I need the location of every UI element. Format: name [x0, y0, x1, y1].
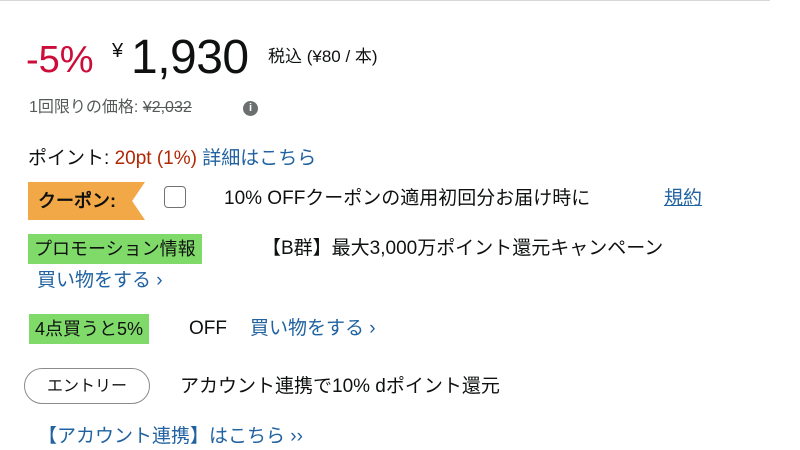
top-divider	[0, 0, 770, 1]
coupon-description: 10% OFFクーポンの適用初回分お届け時に	[224, 188, 591, 209]
entry-description: アカウント連携で10% dポイント還元	[180, 376, 500, 397]
coupon-checkbox[interactable]	[164, 186, 186, 208]
coupon-badge: クーポン:	[28, 182, 145, 220]
promotion-badge: プロモーション情報	[28, 234, 202, 264]
points-value: 20pt	[114, 148, 152, 169]
info-icon[interactable]: i	[243, 101, 258, 116]
discount-percent: -5%	[26, 39, 94, 81]
tax-unit-price-note: 税込 (¥80 / 本)	[268, 47, 378, 66]
points-percent: (1%)	[156, 148, 197, 169]
one-time-price-label: 1回限りの価格:	[29, 99, 139, 116]
promotion-shop-link[interactable]: 買い物をする ›	[37, 268, 163, 294]
account-link[interactable]: 【アカウント連携】はこちら ››	[38, 424, 303, 450]
promotion-text: 【B群】最大3,000万ポイント還元キャンペーン	[262, 238, 664, 259]
points-label: ポイント:	[28, 148, 110, 169]
points-row: ポイント: 20pt (1%) 詳細はこちら	[28, 146, 316, 172]
bulk-deal-badge: 4点買うと5%	[29, 314, 150, 344]
bulk-deal-off-text: OFF	[189, 318, 227, 339]
coupon-badge-label: クーポン:	[38, 191, 116, 211]
original-price: ¥2,032	[142, 99, 192, 116]
coupon-terms-link[interactable]: 規約	[664, 186, 702, 212]
one-time-price: 1回限りの価格: ¥2,032	[29, 97, 192, 119]
entry-button[interactable]: エントリー	[24, 368, 150, 404]
currency-symbol: ¥	[112, 40, 124, 62]
price-amount: 1,930	[131, 31, 249, 84]
points-details-link[interactable]: 詳細はこちら	[202, 148, 316, 169]
bulk-deal-shop-link[interactable]: 買い物をする ›	[250, 316, 376, 342]
